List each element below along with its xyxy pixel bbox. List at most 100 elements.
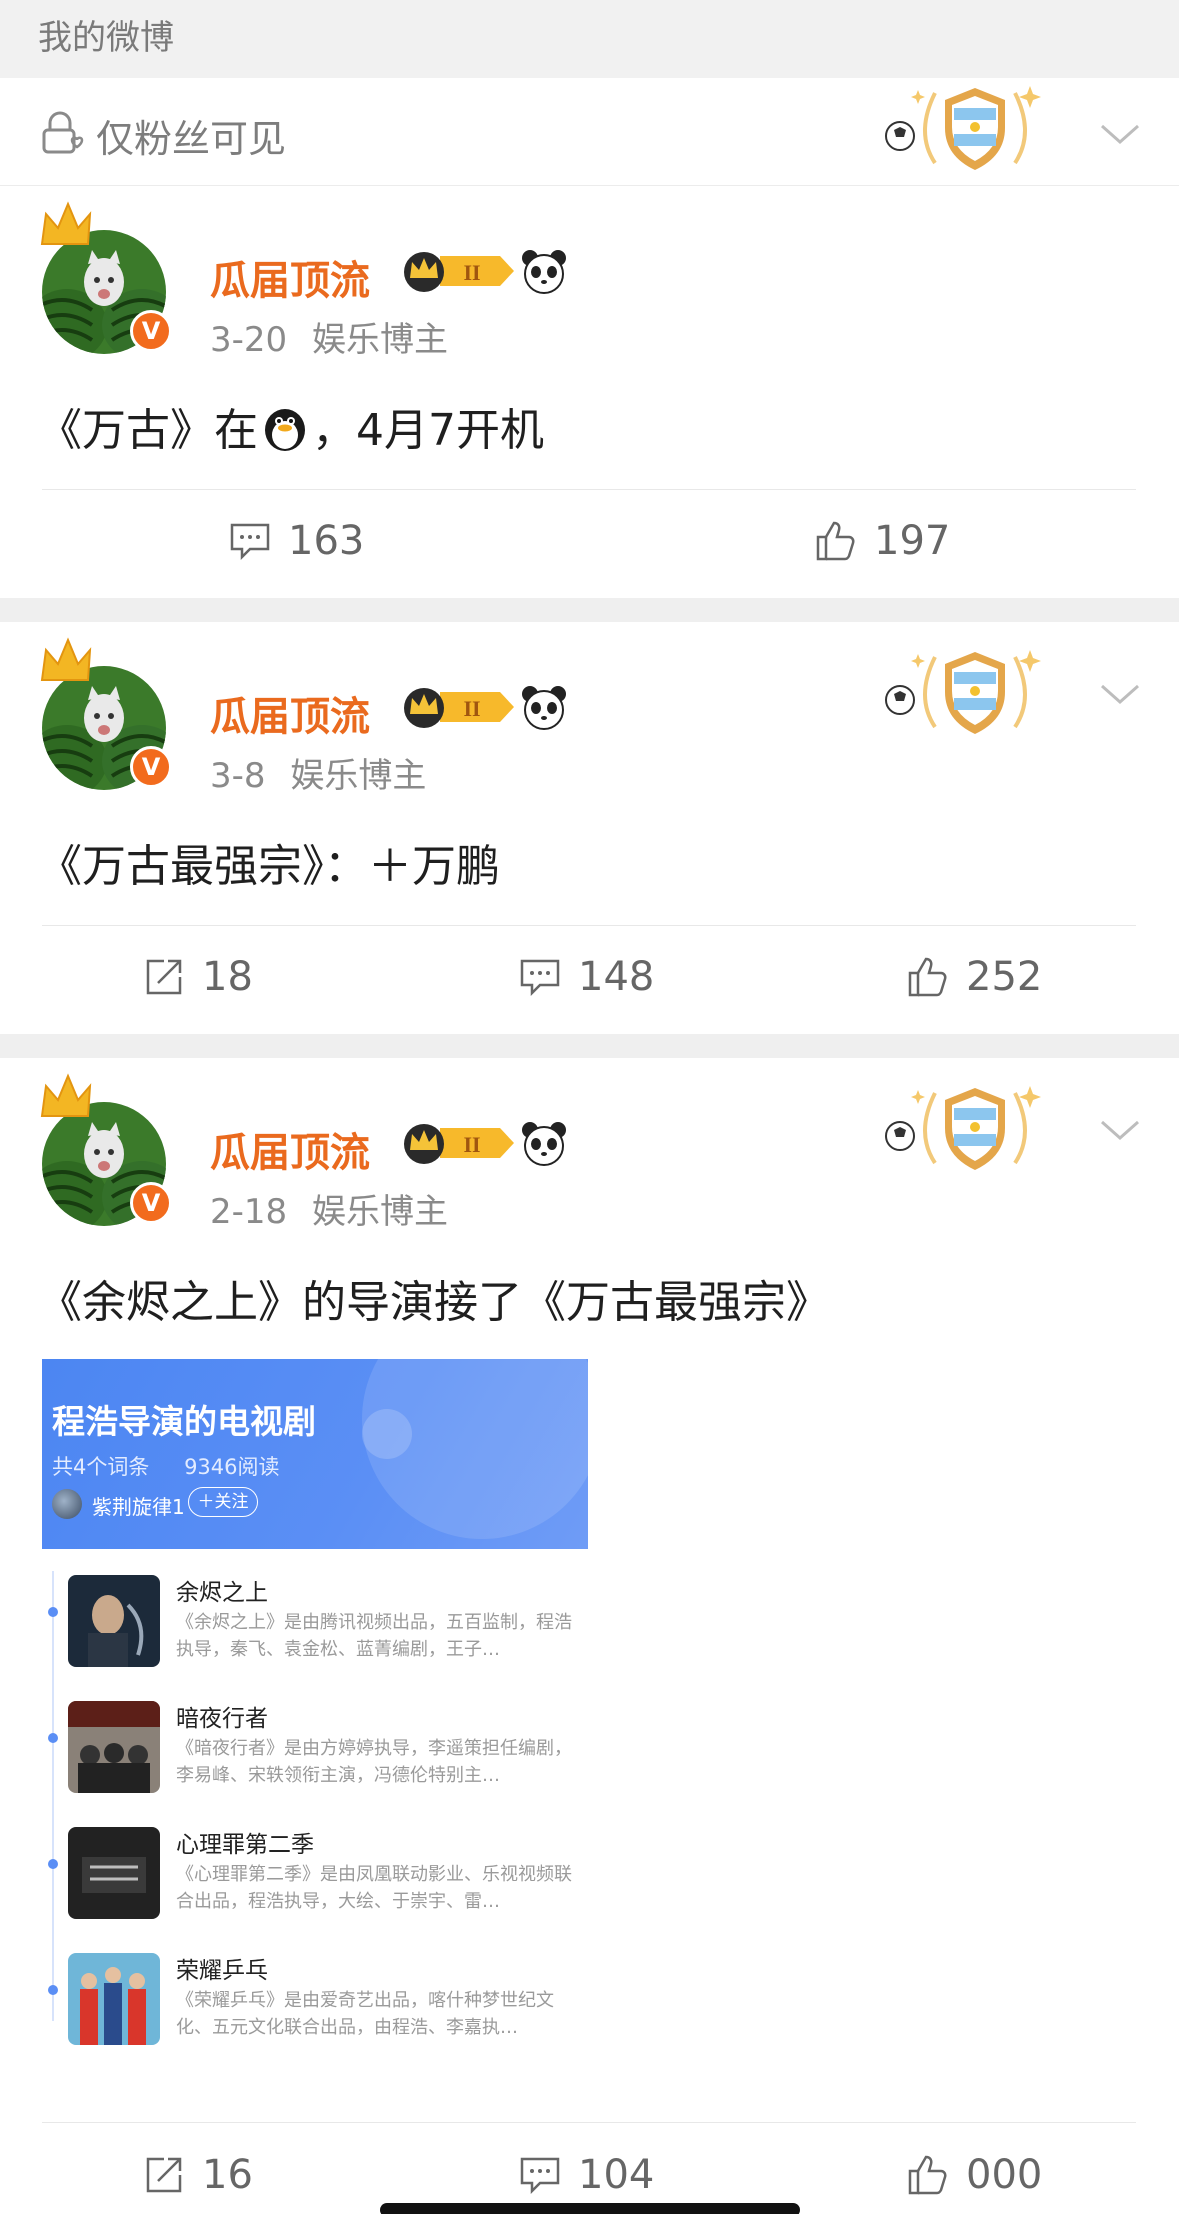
comment-count: 163 xyxy=(288,518,365,564)
post-date: 2-18 xyxy=(210,1192,288,1232)
item-title: 荣耀乒乓 xyxy=(176,1958,268,1984)
repost-button[interactable]: 16 xyxy=(142,2150,253,2200)
comment-button[interactable]: 148 xyxy=(518,952,654,1002)
comment-icon xyxy=(520,2157,560,2195)
timeline-dot xyxy=(48,1733,58,1743)
timeline-dot xyxy=(48,1859,58,1869)
thumbs-up-icon xyxy=(816,521,855,561)
topic-card-header: 程浩导演的电视剧 共4个词条 9346阅读 紫荆旋律1 ＋关注 xyxy=(42,1359,588,1549)
divider xyxy=(42,2122,1136,2123)
post-category: 娱乐博主 xyxy=(311,320,448,360)
fans-only-lock-icon xyxy=(42,111,84,154)
post-text-part: ，4月7开机 xyxy=(312,405,544,456)
crown-decoration-icon xyxy=(40,1073,92,1117)
privacy-label: 仅粉丝可见 xyxy=(96,117,287,161)
post-category: 娱乐博主 xyxy=(290,756,427,796)
post-meta: 3-20 娱乐博主 xyxy=(210,312,448,361)
like-count: 000 xyxy=(966,2152,1043,2198)
vip-crown-badge-icon: II xyxy=(404,1124,514,1164)
poster-image xyxy=(68,1953,160,2045)
like-button[interactable]: 252 xyxy=(906,952,1042,1002)
card-author-name[interactable]: 紫荆旋律1 xyxy=(92,1491,185,1520)
repost-icon xyxy=(146,2157,182,2193)
post-meta: 2-18 娱乐博主 xyxy=(210,1184,448,1233)
penguin-icon xyxy=(265,409,305,451)
username[interactable]: 瓜届顶流 xyxy=(210,684,370,742)
home-indicator[interactable] xyxy=(380,2203,800,2214)
top-bar: 我的微博 xyxy=(0,0,1179,78)
post-gap xyxy=(0,1034,1179,1058)
avatar[interactable]: V xyxy=(40,636,172,790)
timeline-dot xyxy=(48,1607,58,1617)
list-item[interactable]: 余烬之上 《余烬之上》是由腾讯视频出品，五百监制，程浩执导，秦飞、袁金松、蓝菁编… xyxy=(42,1565,588,1685)
follow-button[interactable]: ＋关注 xyxy=(188,1487,258,1517)
poster-image xyxy=(68,1575,160,1667)
avatar[interactable]: V xyxy=(40,200,172,354)
crown-decoration-icon xyxy=(40,201,92,245)
repost-count: 16 xyxy=(202,2152,253,2198)
post-date: 3-8 xyxy=(210,756,266,796)
like-button[interactable]: 000 xyxy=(906,2150,1042,2200)
post-category: 娱乐博主 xyxy=(311,1192,448,1232)
comment-count: 148 xyxy=(578,954,655,1000)
item-desc: 《荣耀乒乓》是由爱奇艺出品，喀什种梦世纪文化、五元文化联合出品，由程浩、李嘉执… xyxy=(176,1990,554,2038)
chevron-down-icon[interactable] xyxy=(1098,120,1142,148)
list-item[interactable]: 荣耀乒乓 《荣耀乒乓》是由爱奇艺出品，喀什种梦世纪文化、五元文化联合出品，由程浩… xyxy=(42,1943,588,2063)
post-text-part: 《万古》在 xyxy=(38,405,258,456)
vip-crown-badge-icon: II xyxy=(404,688,514,728)
topic-card-title: 程浩导演的电视剧 xyxy=(52,1402,316,1441)
comment-button[interactable]: 163 xyxy=(228,516,364,566)
repost-button[interactable]: 18 xyxy=(142,952,253,1002)
verified-badge-icon: V xyxy=(130,1182,172,1224)
item-desc: 《余烬之上》是由腾讯视频出品，五百监制，程浩执导，秦飞、袁金松、蓝菁编剧，王子… xyxy=(176,1612,572,1660)
item-title: 心理罪第二季 xyxy=(176,1832,314,1858)
chevron-down-icon[interactable] xyxy=(1098,1116,1142,1144)
repost-icon xyxy=(146,959,182,995)
decor-circle xyxy=(362,1409,412,1459)
divider xyxy=(42,925,1136,926)
chevron-down-icon[interactable] xyxy=(1098,680,1142,708)
panda-icon xyxy=(522,1122,566,1166)
svg-text:II: II xyxy=(463,260,480,285)
username[interactable]: 瓜届顶流 xyxy=(210,248,370,306)
like-button[interactable]: 197 xyxy=(814,516,950,566)
avatar[interactable]: V xyxy=(40,1072,172,1226)
item-title: 余烬之上 xyxy=(176,1580,268,1606)
comment-button[interactable]: 104 xyxy=(518,2150,654,2200)
verified-badge-icon: V xyxy=(130,310,172,352)
username[interactable]: 瓜届顶流 xyxy=(210,1120,370,1178)
panda-icon xyxy=(522,250,566,294)
list-item[interactable]: 心理罪第二季 《心理罪第二季》是由凤凰联动影业、乐视视频联合出品，程浩执导，大绘… xyxy=(42,1817,588,1937)
comment-icon xyxy=(230,523,270,561)
comment-count: 104 xyxy=(578,2152,655,2198)
like-count: 252 xyxy=(966,954,1043,1000)
item-title: 暗夜行者 xyxy=(176,1706,268,1732)
entry-count: 共4个词条 xyxy=(52,1455,150,1479)
vip-crown-badge-icon: II xyxy=(404,252,514,292)
argentina-fan-badge-icon xyxy=(885,650,1041,734)
thumbs-up-icon xyxy=(908,2155,947,2195)
poster-image xyxy=(68,1827,160,1919)
post-text: 《万古》在 ，4月7开机 xyxy=(38,394,544,458)
post-gap xyxy=(0,598,1179,622)
timeline-dot xyxy=(48,1985,58,1995)
page-title: 我的微博 xyxy=(38,18,174,58)
read-count: 9346阅读 xyxy=(184,1455,280,1479)
argentina-fan-badge-icon xyxy=(885,86,1041,170)
topic-card-stats: 共4个词条 9346阅读 xyxy=(52,1451,308,1481)
panda-icon xyxy=(522,686,566,730)
verified-badge-icon: V xyxy=(130,746,172,788)
privacy-row[interactable]: 仅粉丝可见 xyxy=(0,78,1179,186)
item-desc: 《心理罪第二季》是由凤凰联动影业、乐视视频联合出品，程浩执导，大绘、于崇宇、雷… xyxy=(176,1864,572,1912)
argentina-fan-badge-icon xyxy=(885,1086,1041,1170)
item-desc: 《暗夜行者》是由方婷婷执导，李遥策担任编剧，李易峰、宋轶领衔主演，冯德伦特别主… xyxy=(176,1738,572,1786)
crown-decoration-icon xyxy=(40,637,92,681)
poster-image xyxy=(68,1701,160,1793)
topic-card[interactable]: 程浩导演的电视剧 共4个词条 9346阅读 紫荆旋律1 ＋关注 余烬之上 《余烬… xyxy=(42,1359,588,2083)
list-item[interactable]: 暗夜行者 《暗夜行者》是由方婷婷执导，李遥策担任编剧，李易峰、宋轶领衔主演，冯德… xyxy=(42,1691,588,1811)
divider xyxy=(42,489,1136,490)
repost-count: 18 xyxy=(202,954,253,1000)
post-meta: 3-8 娱乐博主 xyxy=(210,748,426,797)
post-text: 《万古最强宗》：＋万鹏 xyxy=(38,841,500,892)
like-count: 197 xyxy=(874,518,951,564)
